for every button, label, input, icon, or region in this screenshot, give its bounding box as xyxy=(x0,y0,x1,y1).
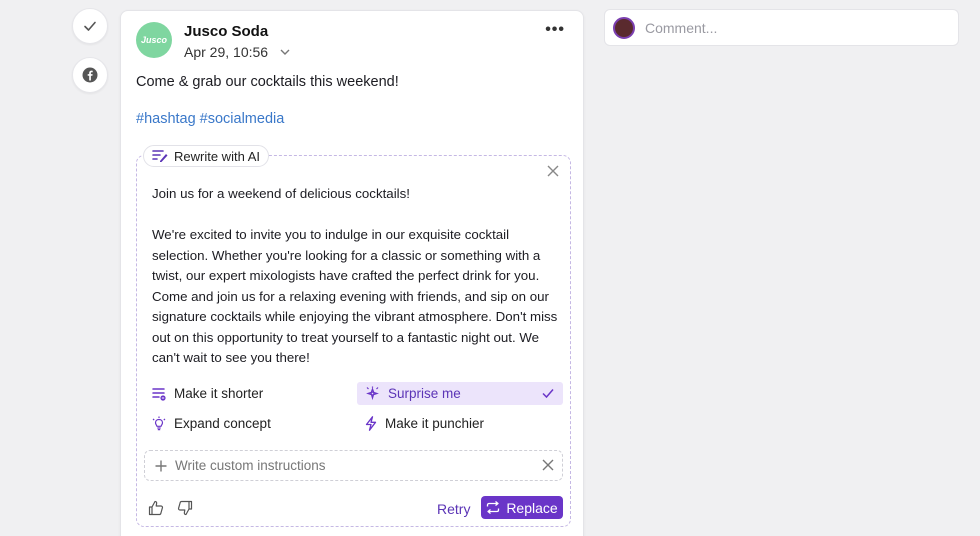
chevron-down-icon xyxy=(280,49,290,55)
hashtag-link[interactable]: #socialmedia xyxy=(200,111,285,127)
approve-button[interactable] xyxy=(72,8,108,44)
option-label: Make it shorter xyxy=(174,386,264,401)
user-avatar xyxy=(613,16,635,39)
hashtags: #hashtag #socialmedia xyxy=(136,111,288,127)
ai-paragraph: Join us for a weekend of delicious cockt… xyxy=(152,186,410,201)
check-icon xyxy=(84,21,96,31)
replace-button[interactable]: Replace xyxy=(481,496,563,519)
ai-generated-text: Join us for a weekend of delicious cockt… xyxy=(152,184,562,389)
hashtag-link[interactable]: #hashtag xyxy=(136,111,196,127)
facebook-network-button[interactable] xyxy=(72,57,108,93)
custom-instructions-placeholder: Write custom instructions xyxy=(175,458,326,473)
option-label: Expand concept xyxy=(174,416,271,431)
option-expand-concept[interactable]: Expand concept xyxy=(152,412,271,435)
lightning-icon xyxy=(365,416,377,431)
option-surprise-me[interactable]: Surprise me xyxy=(357,382,563,405)
plus-icon xyxy=(155,460,167,471)
option-make-punchier[interactable]: Make it punchier xyxy=(365,412,484,435)
close-icon[interactable] xyxy=(542,459,554,471)
ai-rewrite-icon xyxy=(152,150,168,162)
ai-rewrite-tag: Rewrite with AI xyxy=(143,145,269,167)
shorten-icon xyxy=(152,387,166,401)
thumbs-down-icon[interactable] xyxy=(177,500,193,516)
replace-icon xyxy=(487,501,500,514)
option-make-shorter[interactable]: Make it shorter xyxy=(152,382,263,405)
ai-rewrite-panel: Rewrite with AI Join us for a weekend of… xyxy=(136,145,571,527)
account-avatar: Jusco xyxy=(136,22,172,58)
facebook-icon xyxy=(82,67,98,83)
thumbs-up-icon[interactable] xyxy=(148,500,164,516)
post-date: Apr 29, 10:56 xyxy=(184,44,269,60)
comment-input[interactable]: Comment... xyxy=(604,9,959,46)
custom-instructions-field[interactable]: Write custom instructions xyxy=(144,450,563,481)
option-label: Surprise me xyxy=(388,386,461,401)
more-options-button[interactable]: ••• xyxy=(545,21,565,39)
sparkle-icon xyxy=(366,386,379,401)
check-icon xyxy=(542,389,554,399)
ai-paragraph: We're excited to invite you to indulge i… xyxy=(152,227,558,365)
comment-placeholder: Comment... xyxy=(645,19,718,36)
option-label: Make it punchier xyxy=(385,416,485,431)
close-icon[interactable] xyxy=(546,164,560,178)
post-date-selector[interactable]: Apr 29, 10:56 xyxy=(184,44,290,60)
ai-rewrite-label: Rewrite with AI xyxy=(174,148,260,164)
post-card: Jusco Jusco Soda Apr 29, 10:56 ••• Come … xyxy=(120,10,584,536)
lightbulb-icon xyxy=(152,416,166,431)
post-text: Come & grab our cocktails this weekend! xyxy=(136,74,399,90)
retry-button[interactable]: Retry xyxy=(437,501,470,517)
replace-label: Replace xyxy=(506,499,558,516)
account-name: Jusco Soda xyxy=(184,23,269,40)
